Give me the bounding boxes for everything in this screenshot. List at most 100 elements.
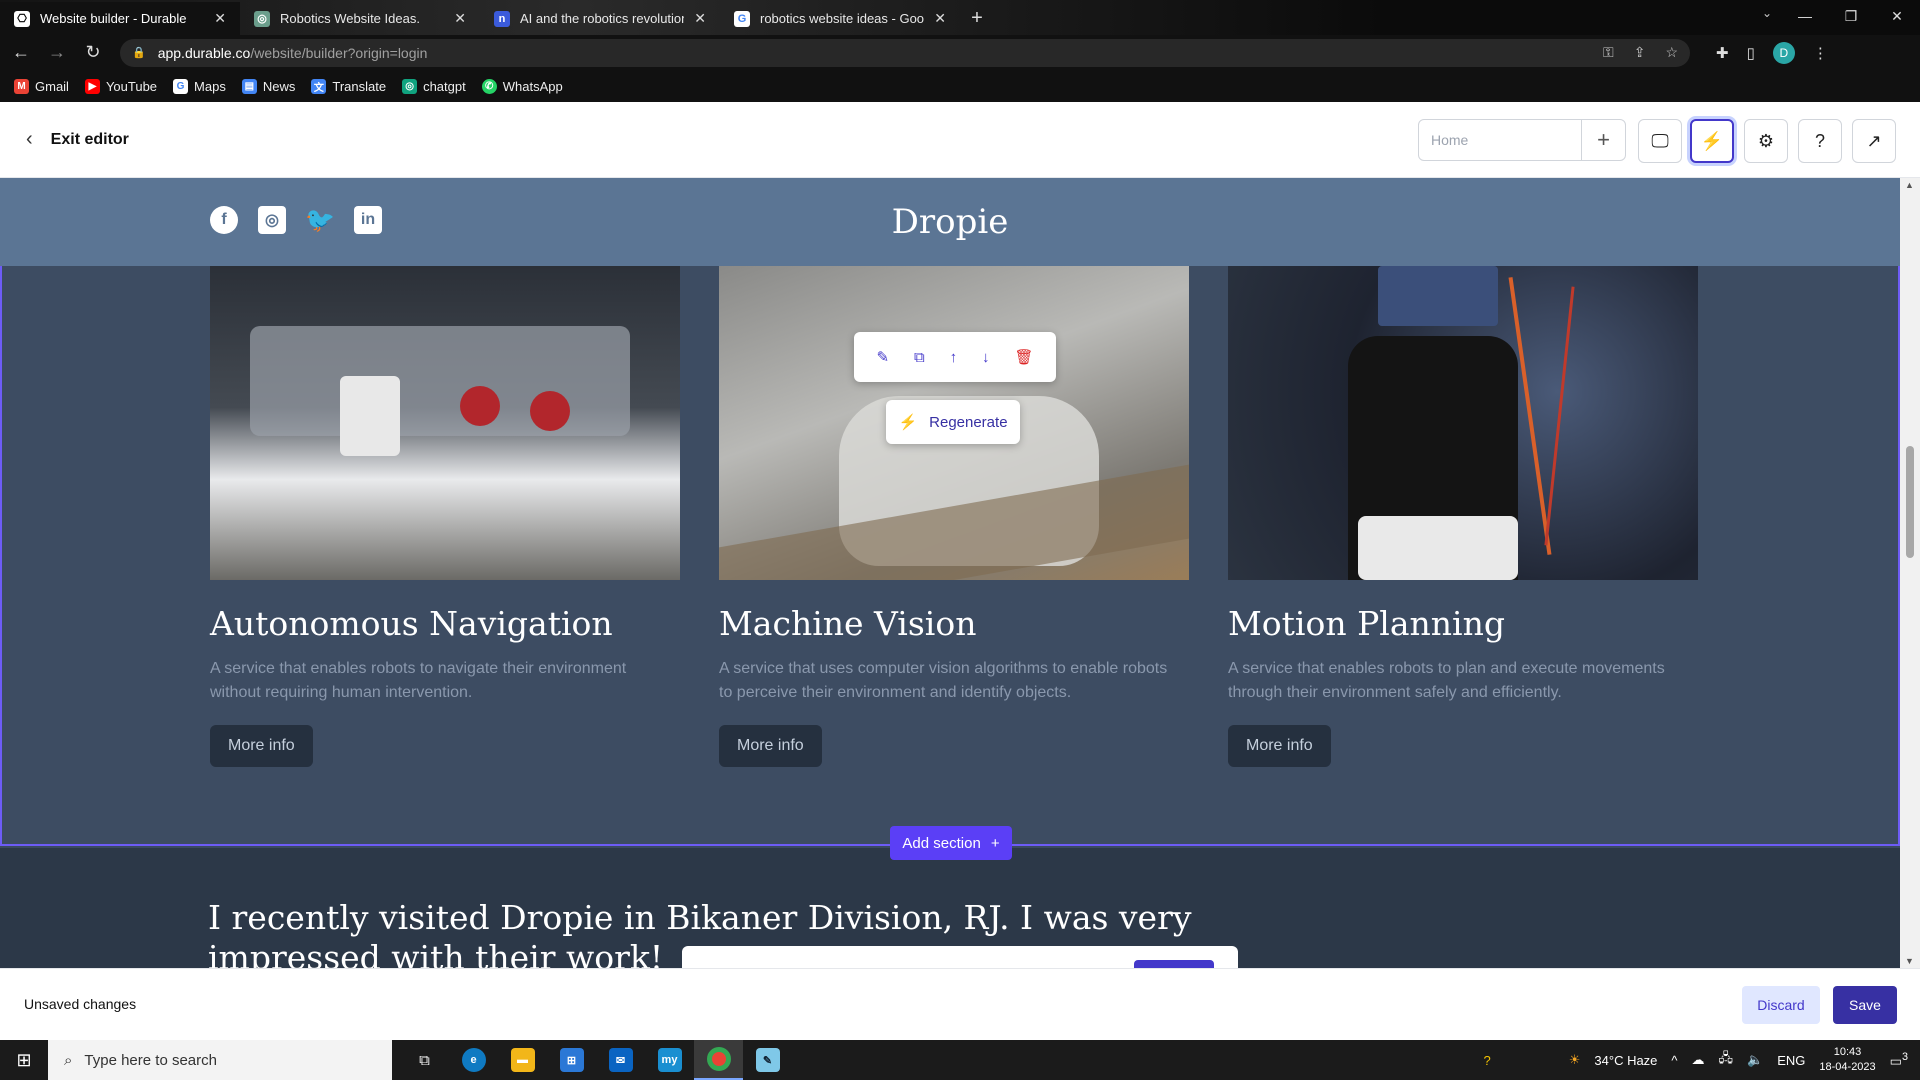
clock[interactable]: 10:43 18-04-2023 [1819, 1045, 1875, 1075]
key-icon[interactable]: ⚿ [1603, 44, 1614, 61]
weather-label[interactable]: 34°C Haze [1594, 1053, 1657, 1068]
add-section-button[interactable]: Add section + [890, 826, 1012, 860]
scroll-down-icon[interactable]: ▼ [1905, 956, 1914, 966]
close-window-icon[interactable]: ✕ [1874, 0, 1920, 32]
tab-website-builder[interactable]: ⎔ Website builder - Durable ✕ [0, 2, 240, 35]
new-tab-button[interactable]: + [960, 2, 994, 35]
bookmark-gmail[interactable]: M Gmail [14, 78, 69, 94]
share-icon[interactable]: ⇪ [1634, 44, 1646, 61]
close-icon[interactable]: ✕ [454, 10, 466, 27]
monitor-icon: 🖵 [1651, 130, 1669, 151]
language-indicator[interactable]: ENG [1777, 1053, 1805, 1068]
help-button[interactable]: ? [1798, 119, 1842, 163]
bookmark-whatsapp[interactable]: ✆ WhatsApp [481, 78, 563, 94]
notepad-icon[interactable]: ✎ [743, 1040, 792, 1080]
edge-icon[interactable]: e [449, 1040, 498, 1080]
bookmark-star-icon[interactable]: ☆ [1665, 44, 1678, 61]
settings-button[interactable]: ⚙ [1744, 119, 1788, 163]
editor-toolbar: ‹ Exit editor Home + 🖵 ⚡ ⚙ ? ↗ [0, 102, 1920, 178]
weather-icon[interactable]: ☀ [1569, 1052, 1581, 1068]
chrome-icon[interactable] [694, 1040, 743, 1080]
tab-title: Website builder - Durable [40, 11, 187, 26]
more-info-button[interactable]: More info [1228, 725, 1331, 767]
close-icon[interactable]: ✕ [694, 10, 706, 27]
pencil-icon[interactable]: ✎ [876, 348, 889, 366]
discard-button[interactable]: Discard [1742, 986, 1820, 1024]
scroll-up-icon[interactable]: ▲ [1905, 180, 1914, 190]
notifications-icon[interactable]: ▭3 [1890, 1051, 1908, 1069]
mail-icon[interactable]: ✉ [596, 1040, 645, 1080]
onedrive-icon[interactable]: ☁ [1692, 1052, 1705, 1068]
service-card[interactable]: Motion Planning A service that enables r… [1228, 266, 1698, 767]
profile-avatar[interactable]: D [1772, 41, 1795, 64]
open-site-button[interactable]: ↗ [1852, 119, 1896, 163]
google-maps-icon: G [173, 78, 189, 94]
reload-icon[interactable]: ↻ [78, 42, 108, 63]
trash-icon[interactable]: 🗑 [1014, 348, 1033, 366]
popup-panel[interactable] [682, 946, 1238, 968]
system-tray: ? ☀ 34°C Haze ^ ☁ 🖧 🔈 ENG 10:43 18-04-20… [1484, 1040, 1920, 1080]
whatsapp-icon: ✆ [481, 78, 497, 94]
lock-icon[interactable]: 🔒 [132, 46, 146, 59]
exit-editor-button[interactable]: ‹ Exit editor [26, 128, 129, 151]
service-image-robot-kit[interactable] [210, 266, 680, 580]
taskbar-search[interactable]: ⌕ Type here to search [48, 1040, 392, 1080]
volume-icon[interactable]: 🔈 [1747, 1052, 1763, 1068]
notion-icon: n [494, 10, 510, 27]
ai-tools-button[interactable]: ⚡ [1690, 119, 1734, 163]
site-canvas: f ◎ 🐦 in Dropie Autonomous Navigation A … [0, 178, 1900, 968]
url-field[interactable]: 🔒 app.durable.co/website/builder?origin=… [120, 38, 1690, 67]
tab-ai-robotics[interactable]: n AI and the robotics revolution W ✕ [480, 2, 720, 35]
menu-kebab-icon[interactable]: ⋮ [1813, 44, 1828, 62]
forward-icon[interactable]: → [42, 42, 72, 63]
close-icon[interactable]: ✕ [214, 10, 226, 27]
site-brand[interactable]: Dropie [0, 202, 1900, 242]
bookmark-maps[interactable]: G Maps [173, 78, 226, 94]
bookmark-translate[interactable]: 文 Translate [311, 78, 386, 94]
bookmark-youtube[interactable]: ▶ YouTube [84, 78, 157, 94]
minimize-icon[interactable]: — [1782, 0, 1828, 32]
arrow-up-icon[interactable]: ↑ [950, 349, 958, 366]
save-bar: Unsaved changes Discard Save [0, 968, 1920, 1040]
service-image-robot-wires[interactable] [1228, 266, 1698, 580]
side-panel-icon[interactable]: ▯ [1747, 44, 1755, 62]
site-header[interactable]: f ◎ 🐦 in Dropie [0, 178, 1900, 266]
vertical-scrollbar[interactable]: ▲ ▼ [1900, 178, 1920, 968]
task-view-icon[interactable]: ⧉ [400, 1040, 449, 1080]
network-icon[interactable]: 🖧 [1719, 1049, 1734, 1071]
bookmarks-bar: M Gmail ▶ YouTube G Maps ▤ News 文 Translate ◎… [0, 70, 1920, 102]
arrow-down-icon[interactable]: ↓ [982, 349, 990, 366]
file-explorer-icon[interactable]: ▬ [498, 1040, 547, 1080]
add-page-button[interactable]: + [1581, 120, 1625, 160]
restore-icon[interactable]: ❐ [1828, 0, 1874, 32]
bookmark-news[interactable]: ▤ News [241, 78, 295, 94]
mysql-icon[interactable]: my [645, 1040, 694, 1080]
page-select[interactable]: Home + [1418, 119, 1626, 161]
regenerate-button[interactable]: ⚡ Regenerate [886, 400, 1020, 444]
durable-icon: ⎔ [14, 10, 30, 27]
back-icon[interactable]: ← [6, 42, 36, 63]
windows-start-icon[interactable]: ⊞ [0, 1040, 48, 1080]
tab-robotics-ideas[interactable]: ◎ Robotics Website Ideas. ✕ [240, 2, 480, 35]
duplicate-icon[interactable]: ⧉ [914, 349, 925, 366]
popup-action-button[interactable] [1134, 960, 1214, 968]
help-tray-icon[interactable]: ? [1484, 1053, 1491, 1068]
search-icon: ⌕ [64, 1051, 73, 1069]
more-info-button[interactable]: More info [719, 725, 822, 767]
service-card[interactable]: Autonomous Navigation A service that ena… [210, 266, 680, 767]
google-icon: G [734, 10, 750, 27]
youtube-icon: ▶ [84, 78, 100, 94]
tab-search-icon[interactable]: ⌄ [1762, 6, 1772, 20]
bookmark-chatgpt[interactable]: ◎ chatgpt [402, 78, 466, 94]
more-info-button[interactable]: More info [210, 725, 313, 767]
desktop-preview-button[interactable]: 🖵 [1638, 119, 1682, 163]
google-news-icon: ▤ [241, 78, 257, 94]
save-button[interactable]: Save [1833, 986, 1897, 1024]
close-icon[interactable]: ✕ [934, 10, 946, 27]
scrollbar-thumb[interactable] [1906, 446, 1914, 558]
services-section[interactable]: Autonomous Navigation A service that ena… [0, 266, 1900, 846]
chevron-up-icon[interactable]: ^ [1671, 1053, 1677, 1068]
extensions-icon[interactable]: ✚ [1716, 44, 1729, 62]
tab-google-search[interactable]: G robotics website ideas - Google ✕ [720, 2, 960, 35]
microsoft-store-icon[interactable]: ⊞ [547, 1040, 596, 1080]
